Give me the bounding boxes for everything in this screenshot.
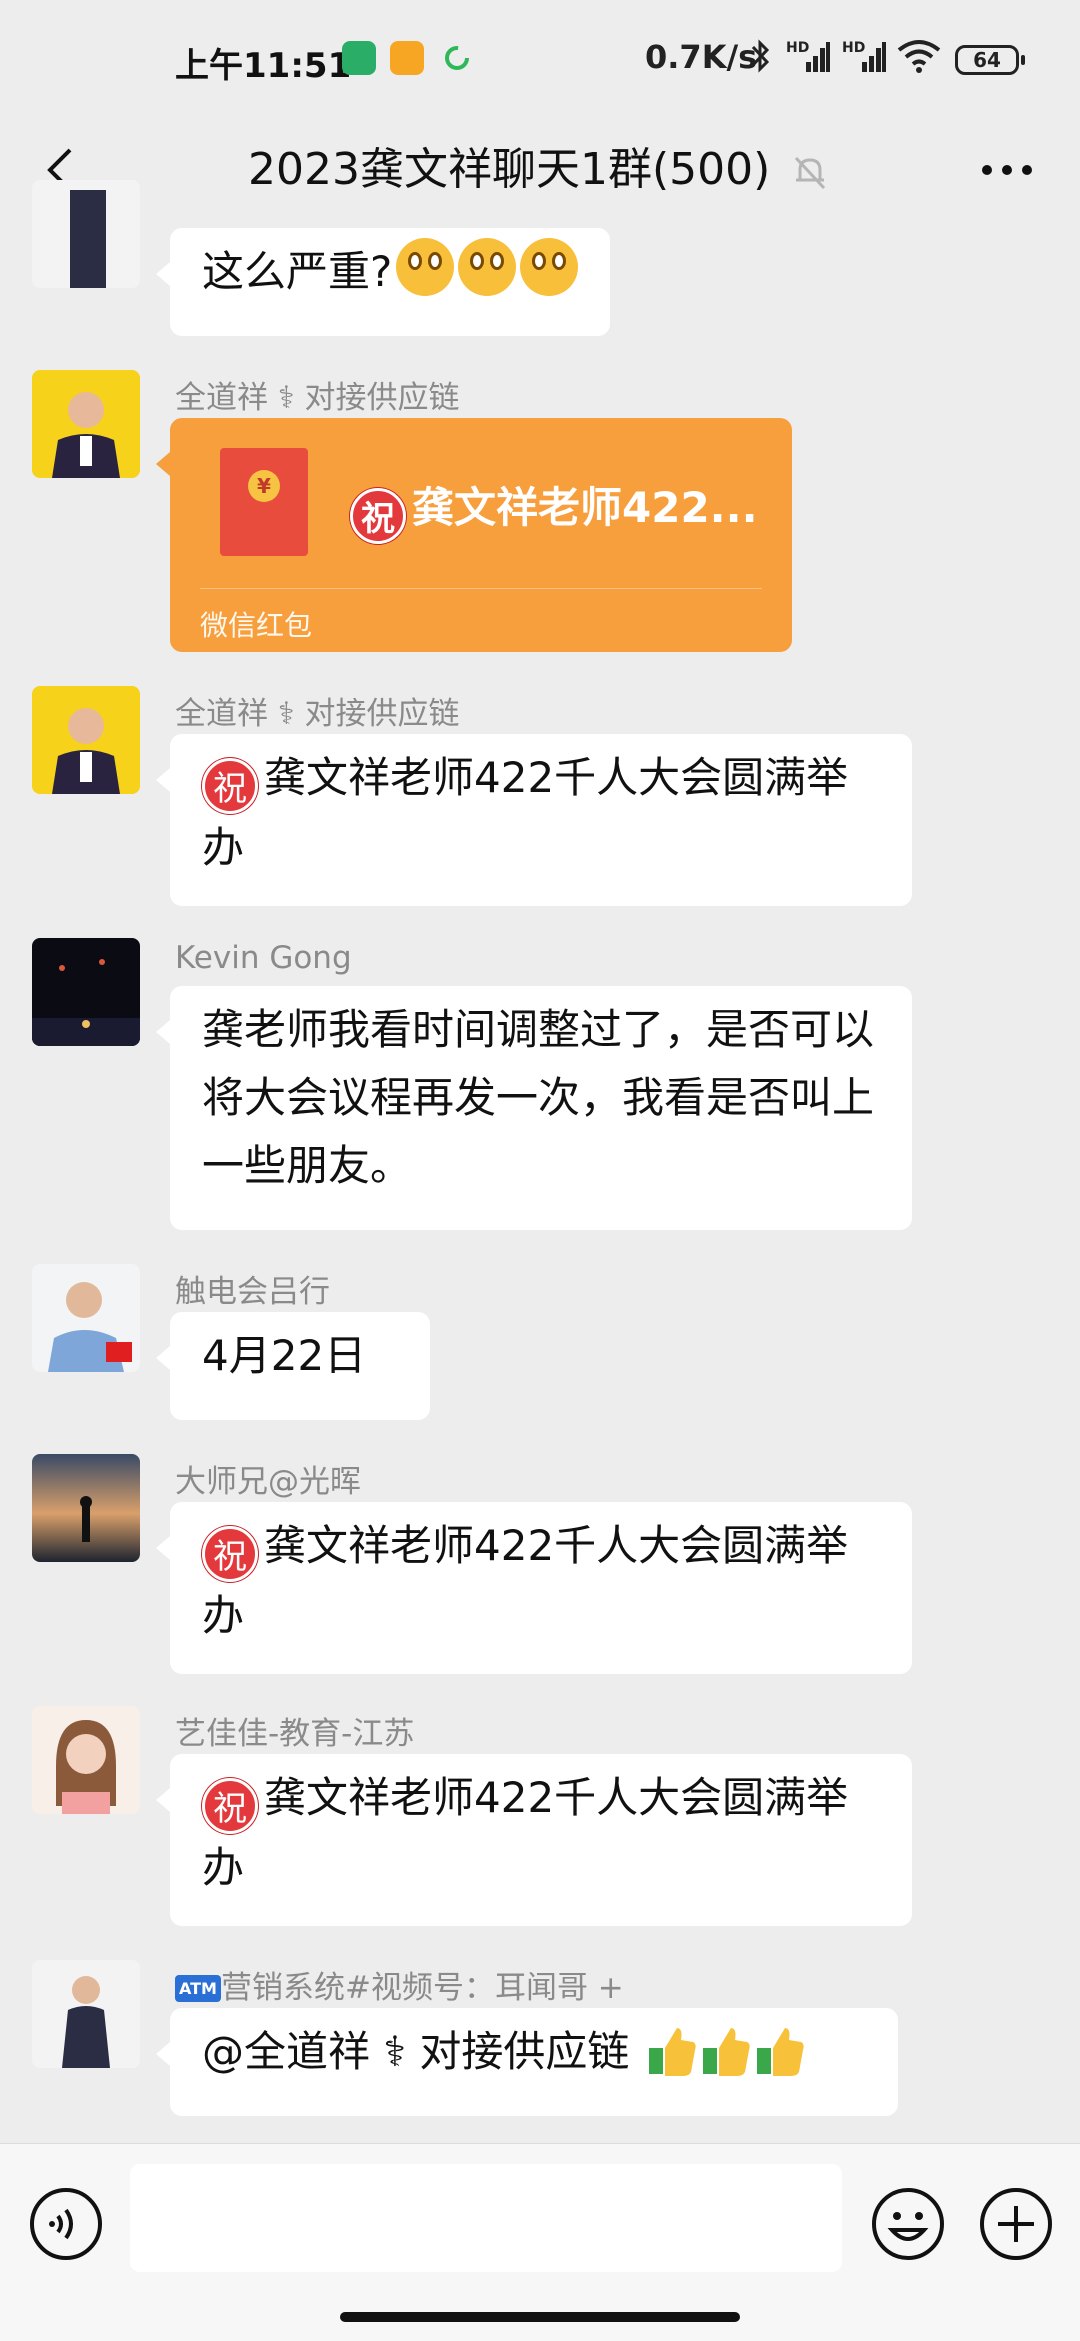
red-packet-icon: ¥ [220,448,308,556]
sender-name: 大师兄@光晖 [175,1464,361,1500]
sender-name: 触电会吕行 [175,1274,330,1310]
zhu-blessing-icon: 祝 [202,758,258,814]
message-text: 龚文祥老师422千人大会圆满举办 [202,1773,849,1892]
avatar[interactable] [32,370,140,478]
emoji-picker-icon[interactable] [870,2186,946,2262]
wifi-icon [897,40,941,73]
avatar[interactable] [32,938,140,1046]
message-text: 龚老师我看时间调整过了，是否可以将大会议程再发一次，我看是否叫上一些朋友。 [202,1005,875,1190]
atm-badge-icon: ATM [175,1975,221,2002]
message-bubble[interactable]: 这么严重? [155,228,611,336]
avatar[interactable] [32,1706,140,1814]
hd-badge-2: HD [842,40,866,56]
sender-name: Kevin Gong [175,940,352,976]
thumbs-up-icon [702,2028,750,2076]
avatar[interactable] [32,686,140,794]
status-time: 上午11:51 [175,46,352,86]
sender-name: ATM 营销系统#视频号：耳闻哥 + [175,1962,624,2007]
more-options-icon[interactable] [972,140,1042,200]
zhu-blessing-icon: 祝 [202,1778,258,1834]
zhu-blessing-icon: 祝 [202,1526,258,1582]
sync-notification-icon [445,46,469,70]
thumbs-up-icon [648,2028,696,2076]
message-text: 龚文祥老师422千人大会圆满举办 [202,1521,849,1640]
zhu-blessing-icon: 祝 [350,488,406,544]
message-bubble[interactable]: 祝龚文祥老师422千人大会圆满举办 [156,1754,912,1926]
chat-title: 2023龚文祥聊天1群(500) [248,144,771,195]
input-toolbar [0,2143,1080,2341]
wechat-notification-icon [342,41,376,75]
thumbs-up-icon [756,2028,804,2076]
sender-name: 全道祥 ⚕ 对接供应链 [175,380,460,416]
red-packet-label: 微信红包 [200,609,313,642]
shocked-emoji-icon [458,238,517,296]
network-speed: 0.7K/s [645,38,758,76]
mute-bell-icon [794,156,826,190]
notes-notification-icon [390,41,424,75]
message-bubble[interactable]: 龚老师我看时间调整过了，是否可以将大会议程再发一次，我看是否叫上一些朋友。 [156,986,912,1230]
avatar[interactable] [32,1960,140,2068]
red-packet-title: 祝龚文祥老师422... [350,474,758,544]
home-indicator [340,2312,740,2322]
shocked-emoji-icon [520,238,579,296]
avatar[interactable] [32,1454,140,1562]
battery-indicator: 64 [955,45,1025,75]
red-packet-card[interactable]: ¥ 祝龚文祥老师422... 微信红包 [156,418,792,652]
message-text: 龚文祥老师422千人大会圆满举办 [202,753,849,872]
avatar[interactable] [32,180,140,288]
hd-badge-1: HD [786,40,810,56]
message-bubble[interactable]: 祝龚文祥老师422千人大会圆满举办 [156,734,912,906]
more-functions-plus-icon[interactable] [978,2186,1054,2262]
voice-input-icon[interactable] [28,2186,104,2262]
avatar[interactable] [32,1264,140,1372]
message-bubble[interactable]: 祝龚文祥老师422千人大会圆满举办 [156,1502,912,1674]
shocked-emoji-icon [396,238,455,296]
sender-name: 艺佳佳-教育-江苏 [175,1716,415,1752]
message-bubble[interactable]: 4月22日 [156,1312,430,1420]
status-bar: 上午11:51 0.7K/s HD HD 64 [0,0,1080,120]
sender-name: 全道祥 ⚕ 对接供应链 [175,696,460,732]
message-input[interactable] [130,2164,842,2272]
bluetooth-icon [751,39,770,73]
divider [200,588,762,589]
message-text: 4月22日 [202,1331,367,1380]
message-text: 这么严重? [202,247,393,296]
message-bubble[interactable]: @全道祥 ⚕ 对接供应链 [156,2008,898,2116]
chat-header: 2023龚文祥聊天1群(500) [0,120,1080,220]
message-text: @全道祥 ⚕ 对接供应链 [202,2027,630,2076]
